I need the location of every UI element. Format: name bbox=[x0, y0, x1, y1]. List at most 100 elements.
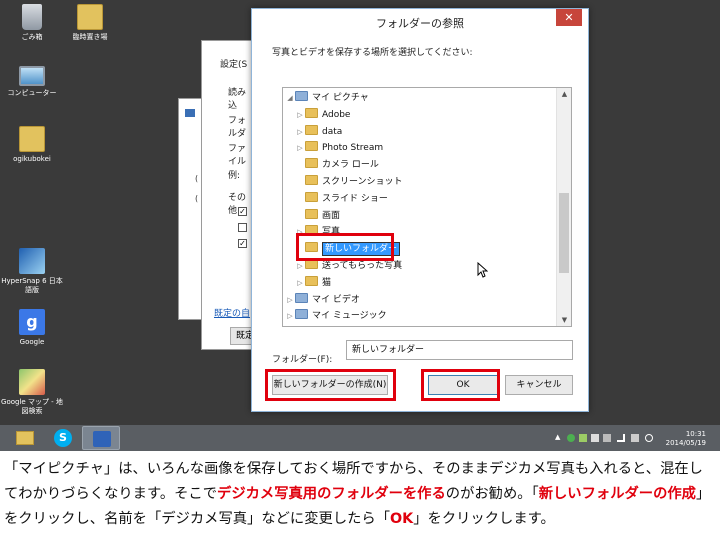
settings-group-label: 設定(S bbox=[220, 60, 248, 70]
expand-arrow-icon[interactable]: ▷ bbox=[295, 124, 305, 140]
desktop-icon-hypersnap[interactable]: HyperSnap 6 日本語版 bbox=[0, 248, 64, 295]
desktop-icon-temp-folder[interactable]: 臨時置き場 bbox=[58, 4, 122, 42]
desktop-icon-google[interactable]: g Google bbox=[0, 309, 64, 347]
expand-arrow-icon[interactable]: ▷ bbox=[285, 308, 295, 324]
settings-item: 例: bbox=[228, 171, 241, 181]
folder-tree[interactable]: ◢ マイ ピクチャ ▷ Adobe ▷ data ▷ Photo Stream カメラ ロールス… bbox=[282, 87, 572, 327]
folder-icon bbox=[305, 158, 318, 169]
system-tray: ▲ bbox=[555, 433, 655, 443]
dialog-prompt: 写真とビデオを保存する場所を選択してください: bbox=[272, 48, 473, 58]
cancel-button[interactable]: キャンセル bbox=[505, 375, 573, 395]
checkbox-checked[interactable]: ✓ bbox=[238, 207, 247, 216]
desktop-icon-label: ogikubokei bbox=[13, 155, 51, 163]
caption-text: 「マイピクチャ」は、いろんな画像を保存しておく場所ですから、そのままデジカメ写真… bbox=[0, 453, 720, 532]
library-folder-icon bbox=[295, 309, 308, 320]
desktop-icon-google-maps[interactable]: Google マップ - 地図検索 bbox=[0, 369, 64, 416]
library-folder-icon bbox=[295, 91, 308, 101]
tree-item[interactable]: ▷ マイ ミュージック bbox=[285, 308, 387, 324]
scroll-up-icon[interactable]: ▲ bbox=[557, 90, 571, 98]
tray-icon[interactable] bbox=[591, 434, 599, 442]
tree-item-label: マイ ビデオ bbox=[312, 294, 360, 305]
caption-part: 」をクリックします。 bbox=[413, 511, 555, 527]
tree-item-label: スクリーンショット bbox=[322, 177, 403, 187]
volume-icon[interactable] bbox=[631, 434, 639, 442]
expand-arrow-icon[interactable]: ◢ bbox=[285, 90, 295, 106]
settings-item: フォルダ bbox=[228, 116, 247, 139]
tree-item-label: Adobe bbox=[322, 109, 351, 120]
google-icon: g bbox=[19, 309, 45, 335]
mouse-cursor-icon bbox=[477, 262, 488, 278]
checkbox-unchecked[interactable] bbox=[238, 223, 247, 232]
user-folder-icon bbox=[19, 126, 45, 152]
close-button[interactable]: ✕ bbox=[556, 9, 582, 26]
expand-arrow-icon[interactable]: ▷ bbox=[295, 275, 305, 291]
skype-icon: S bbox=[54, 429, 72, 447]
tray-icon[interactable] bbox=[603, 434, 611, 442]
taskbar-explorer-button[interactable] bbox=[6, 426, 44, 450]
tree-item-label: Photo Stream bbox=[322, 143, 384, 154]
tree-scrollbar[interactable]: ▲ ▼ bbox=[556, 88, 571, 326]
tree-item[interactable]: スクリーンショット bbox=[295, 174, 403, 190]
tree-item[interactable]: ▷ data bbox=[295, 124, 342, 140]
tree-item[interactable]: ◢ マイ ピクチャ bbox=[285, 90, 369, 106]
folder-icon bbox=[305, 124, 318, 135]
desktop-icon-computer[interactable]: コンピューター bbox=[0, 66, 64, 98]
caption-part: のがお勧め。「 bbox=[445, 486, 539, 502]
tree-item[interactable]: ▷ Adobe bbox=[295, 107, 350, 123]
expand-arrow-icon[interactable]: ▷ bbox=[285, 292, 295, 308]
folder-icon bbox=[305, 141, 318, 152]
expand-arrow-icon[interactable]: ▷ bbox=[295, 107, 305, 123]
folder-icon bbox=[77, 4, 103, 30]
hypersnap-icon bbox=[19, 248, 45, 274]
tray-arrow-icon[interactable]: ▲ bbox=[555, 433, 560, 441]
computer-icon bbox=[19, 66, 45, 86]
desktop-icon-label: Google マップ - 地図検索 bbox=[1, 398, 63, 415]
dialog-titlebar[interactable]: フォルダーの参照 ✕ bbox=[252, 9, 588, 34]
tree-item[interactable]: カメラ ロール bbox=[295, 157, 379, 173]
folder-browse-dialog: フォルダーの参照 ✕ 写真とビデオを保存する場所を選択してください: ◢ マイ ピ… bbox=[251, 8, 589, 412]
caption-emphasis: 新しいフォルダーの作成 bbox=[538, 486, 696, 502]
tree-item-label: 画面 bbox=[322, 210, 341, 221]
notification-icon[interactable] bbox=[645, 434, 653, 442]
caption-emphasis: デジカメ写真用のフォルダーを作る bbox=[217, 486, 446, 502]
desktop-icon-recycle-bin[interactable]: ごみ箱 bbox=[0, 4, 64, 42]
checkbox-checked[interactable]: ✓ bbox=[238, 239, 247, 248]
scroll-down-icon[interactable]: ▼ bbox=[557, 316, 571, 324]
desktop-icon-label: コンピューター bbox=[7, 89, 57, 97]
desktop-icon-label: Google bbox=[19, 338, 45, 346]
scroll-thumb[interactable] bbox=[559, 193, 569, 273]
background-settings-window: 設定(S 読み込 フォルダ ファイル 例: その他 ✓ ✓ 既定の自 既定 bbox=[201, 40, 270, 350]
folder-field-label: フォルダー(F): bbox=[272, 355, 333, 365]
tree-item[interactable]: ▷ マイ ビデオ bbox=[285, 292, 360, 308]
dialog-title: フォルダーの参照 bbox=[376, 17, 464, 30]
folder-icon bbox=[305, 175, 318, 185]
tree-item-label: マイ ミュージック bbox=[312, 311, 387, 322]
tree-item[interactable]: ▷ 猫 bbox=[295, 275, 331, 291]
background-window-icon bbox=[185, 109, 195, 117]
folder-name-input[interactable]: 新しいフォルダー bbox=[346, 340, 573, 360]
close-icon: ✕ bbox=[564, 11, 574, 24]
taskbar-skype-button[interactable]: S bbox=[44, 426, 82, 450]
tray-icon[interactable] bbox=[579, 434, 587, 442]
tree-item-label: data bbox=[322, 126, 343, 137]
clock-date: 2014/05/19 bbox=[665, 439, 706, 447]
desktop-screenshot: ごみ箱 臨時置き場 コンピューター ogikubokei HyperSnap 6… bbox=[0, 0, 720, 451]
tree-item[interactable]: スライド ショー bbox=[295, 191, 388, 207]
taskbar-active-app-button[interactable] bbox=[82, 426, 120, 450]
desktop-icon-user-folder[interactable]: ogikubokei bbox=[0, 126, 64, 164]
tray-icon[interactable] bbox=[567, 434, 575, 442]
tree-item[interactable]: 画面 bbox=[295, 208, 340, 224]
tree-item[interactable]: ▷ Photo Stream bbox=[295, 140, 383, 156]
tray-clock[interactable]: 10:31 2014/05/19 bbox=[662, 430, 706, 448]
folder-icon bbox=[16, 431, 34, 445]
restore-defaults-link[interactable]: 既定の自 bbox=[214, 306, 250, 319]
highlight-new-folder-button bbox=[265, 369, 396, 401]
settings-item: ファイル bbox=[228, 144, 247, 167]
tree-item-label: 猫 bbox=[322, 277, 332, 288]
expand-arrow-icon[interactable]: ▷ bbox=[295, 140, 305, 156]
network-icon[interactable] bbox=[617, 434, 625, 442]
highlight-new-folder-item bbox=[296, 233, 394, 261]
desktop-icon-label: ごみ箱 bbox=[21, 33, 43, 41]
clock-time: 10:31 bbox=[685, 430, 706, 438]
folder-icon bbox=[305, 208, 318, 219]
